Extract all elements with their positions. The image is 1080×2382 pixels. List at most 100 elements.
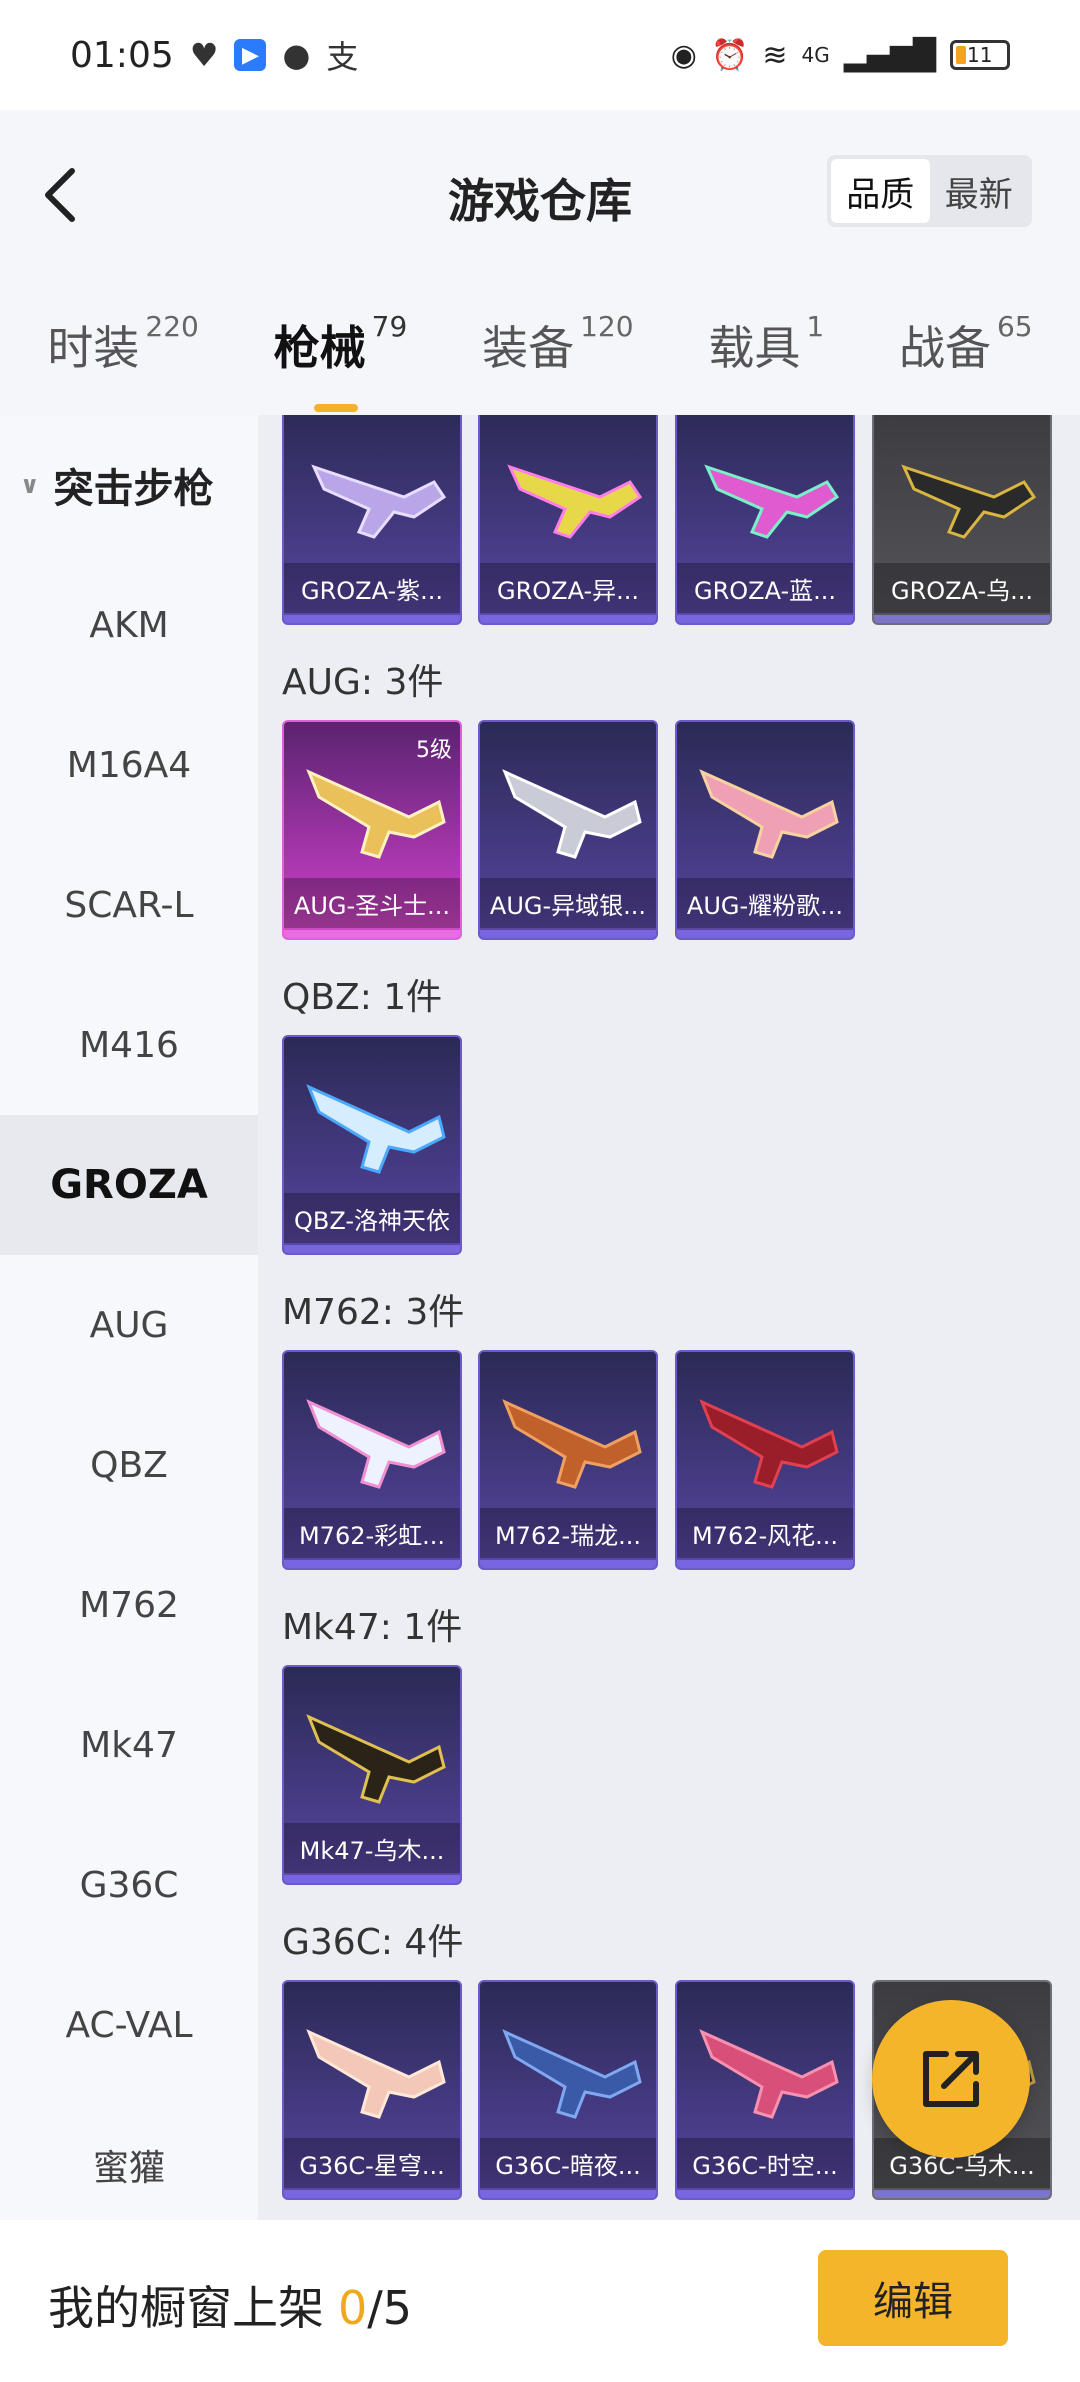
sidebar-item-akm[interactable]: AKM — [0, 555, 258, 695]
sidebar-item-ac-val[interactable]: AC-VAL — [0, 1955, 258, 2095]
skin-card[interactable]: 5级 AUG-圣斗士... — [282, 720, 462, 940]
heart-icon: ♥ — [189, 36, 219, 74]
network-label: 4G — [801, 43, 830, 67]
tab-equipment[interactable]: 装备 120 — [482, 310, 634, 378]
status-time: 01:05 — [70, 34, 174, 76]
showcase-count: 0 — [338, 2281, 368, 2335]
rifle-skin-icon — [306, 769, 446, 859]
sidebar-item-m416[interactable]: M416 — [0, 975, 258, 1115]
rifle-skin-icon — [502, 769, 642, 859]
tab-count: 120 — [580, 310, 634, 343]
sidebar-item-scar-l[interactable]: SCAR-L — [0, 835, 258, 975]
group-title-g36c: G36C: 4件 — [282, 1922, 464, 1963]
battery-icon: 11 — [950, 40, 1010, 70]
skin-card-label: GROZA-紫... — [284, 563, 460, 613]
skin-card[interactable]: G36C-时空... — [675, 1980, 855, 2200]
rifle-skin-icon — [306, 2029, 446, 2119]
sidebar-item-groza[interactable]: GROZA — [0, 1115, 258, 1255]
tab-fashion[interactable]: 时装 220 — [47, 310, 199, 378]
skin-card-label: GROZA-异... — [480, 563, 656, 613]
edit-button[interactable]: 编辑 — [818, 2250, 1008, 2346]
weapon-sidebar: ∨ 突击步枪 AKM M16A4 SCAR-L M416 GROZA AUG Q… — [0, 415, 258, 2220]
skin-card[interactable]: G36C-暗夜... — [478, 1980, 658, 2200]
sidebar-item-g36c[interactable]: G36C — [0, 1815, 258, 1955]
status-bar: 01:05 ♥ ▶ ● 支 ◉ ⏰ ≋ 4G ▂▄▆█ 11 — [0, 0, 1080, 110]
tab-count: 220 — [145, 310, 199, 343]
eye-icon: ◉ — [670, 37, 697, 73]
skin-card-label: G36C-星穹... — [284, 2138, 460, 2188]
skin-card-label: M762-风花... — [677, 1508, 853, 1558]
group-title-mk47: Mk47: 1件 — [282, 1607, 463, 1648]
tab-count: 79 — [371, 310, 408, 343]
tab-label: 枪械 — [273, 321, 366, 375]
sidebar-item-aug[interactable]: AUG — [0, 1255, 258, 1395]
skin-card-label: AUG-异域银... — [480, 878, 656, 928]
rifle-skin-icon — [507, 464, 643, 539]
weapon-grid: GROZA-紫... GROZA-异... GROZA-蓝... GROZA-乌… — [258, 415, 1080, 2220]
rifle-skin-icon — [306, 1399, 446, 1489]
skin-card-label: G36C-时空... — [677, 2138, 853, 2188]
skin-card[interactable]: GROZA-乌... — [872, 415, 1052, 625]
tab-count: 65 — [996, 310, 1033, 343]
skin-card-label: QBZ-洛神天依 — [284, 1193, 460, 1243]
app-notification-icon: ▶ — [234, 39, 267, 71]
group-title-qbz: QBZ: 1件 — [282, 977, 443, 1018]
group-title-aug: AUG: 3件 — [282, 662, 444, 703]
sidebar-item-honey-badger[interactable]: 蜜獾 — [0, 2095, 258, 2235]
sidebar-item-m762[interactable]: M762 — [0, 1535, 258, 1675]
sidebar-item-m16a4[interactable]: M16A4 — [0, 695, 258, 835]
showcase-separator: / — [367, 2281, 383, 2335]
alipay-icon: 支 — [326, 38, 359, 76]
skin-card-label: G36C-暗夜... — [480, 2138, 656, 2188]
skin-card[interactable]: GROZA-紫... — [282, 415, 462, 625]
showcase-status: 我的橱窗上架 0 / 5 — [48, 2272, 412, 2338]
tab-label: 战备 — [898, 321, 991, 375]
tab-count: 1 — [806, 310, 825, 343]
tab-weapons[interactable]: 枪械 79 — [273, 310, 408, 412]
rifle-skin-icon — [699, 2029, 839, 2119]
wifi-icon: ≋ — [762, 37, 788, 73]
sidebar-category-assault-rifles[interactable]: ∨ 突击步枪 — [0, 415, 258, 555]
skin-card-label: GROZA-蓝... — [677, 563, 853, 613]
sort-toggle: 品质 最新 — [827, 155, 1032, 227]
share-fab-button[interactable] — [872, 2000, 1030, 2158]
showcase-label: 我的橱窗上架 — [48, 2281, 324, 2335]
status-right: ◉ ⏰ ≋ 4G ▂▄▆█ 11 — [671, 38, 1010, 73]
rifle-skin-icon — [306, 1714, 446, 1804]
skin-card[interactable]: Mk47-乌木... — [282, 1665, 462, 1885]
skin-card[interactable]: GROZA-蓝... — [675, 415, 855, 625]
chevron-down-icon: ∨ — [20, 471, 40, 499]
skin-card-label: Mk47-乌木... — [284, 1823, 460, 1873]
alarm-icon: ⏰ — [710, 37, 749, 73]
rifle-skin-icon — [699, 1399, 839, 1489]
rifle-skin-icon — [502, 2029, 642, 2119]
sidebar-item-mk47[interactable]: Mk47 — [0, 1675, 258, 1815]
group-title-m762: M762: 3件 — [282, 1292, 465, 1333]
skin-card[interactable]: M762-瑞龙... — [478, 1350, 658, 1570]
skin-card[interactable]: M762-风花... — [675, 1350, 855, 1570]
skin-card-label: M762-彩虹... — [284, 1508, 460, 1558]
skin-card[interactable]: GROZA-异... — [478, 415, 658, 625]
skin-card[interactable]: AUG-耀粉歌... — [675, 720, 855, 940]
sort-quality-option[interactable]: 品质 — [831, 159, 930, 223]
bottom-bar: 我的橱窗上架 0 / 5 编辑 — [0, 2220, 1080, 2382]
skin-card-label: M762-瑞龙... — [480, 1508, 656, 1558]
status-left: 01:05 ♥ ▶ ● 支 — [70, 32, 358, 78]
skin-card[interactable]: QBZ-洛神天依 — [282, 1035, 462, 1255]
showcase-total: 5 — [382, 2281, 413, 2335]
tab-supplies[interactable]: 战备 65 — [898, 310, 1033, 378]
skin-card[interactable]: G36C-星穹... — [282, 1980, 462, 2200]
sort-newest-option[interactable]: 最新 — [930, 159, 1029, 223]
rifle-skin-icon — [502, 1399, 642, 1489]
skin-card[interactable]: AUG-异域银... — [478, 720, 658, 940]
skin-card[interactable]: M762-彩虹... — [282, 1350, 462, 1570]
rifle-skin-icon — [699, 769, 839, 859]
tab-label: 时装 — [47, 321, 140, 375]
share-external-icon — [923, 2051, 979, 2107]
tab-vehicles[interactable]: 载具 1 — [708, 310, 825, 378]
skin-card-label: AUG-耀粉歌... — [677, 878, 853, 928]
rifle-skin-icon — [901, 464, 1037, 539]
category-tabs: 时装 220 枪械 79 装备 120 载具 1 战备 65 — [0, 275, 1080, 415]
sidebar-category-label: 突击步枪 — [53, 466, 214, 512]
sidebar-item-qbz[interactable]: QBZ — [0, 1395, 258, 1535]
